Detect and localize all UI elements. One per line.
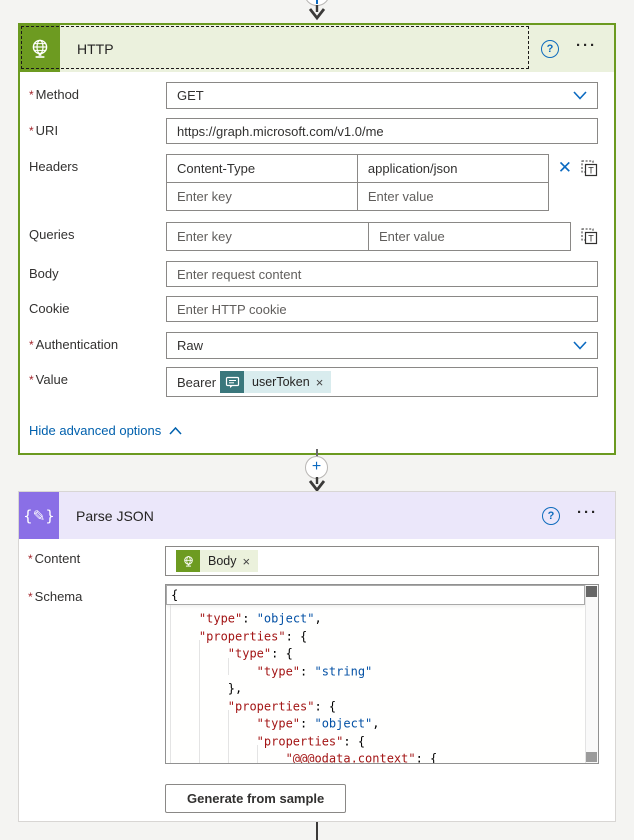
uri-label: *URI — [29, 118, 166, 139]
cookie-label: Cookie — [29, 296, 166, 317]
help-button[interactable]: ? — [541, 40, 559, 58]
http-action-card: HTTP ? ··· *Method GET *URI — [18, 23, 616, 455]
switch-to-text-mode-icon[interactable]: T — [580, 227, 598, 245]
headers-table — [166, 154, 549, 211]
variable-chat-icon — [220, 371, 244, 393]
scrollbar-thumb[interactable] — [586, 586, 597, 597]
header-value-input[interactable] — [358, 155, 548, 182]
ellipsis-icon: ··· — [576, 37, 597, 54]
arrow-down-icon — [307, 5, 327, 21]
schema-vertical-scrollbar[interactable] — [585, 585, 598, 763]
scrollbar-thumb-horizontal[interactable] — [586, 752, 597, 762]
http-card-title: HTTP — [60, 25, 541, 72]
ellipsis-icon: ··· — [577, 504, 598, 521]
plus-icon: + — [312, 458, 321, 475]
header-row — [167, 155, 548, 183]
schema-code[interactable]: {"type": "object","properties": {"type":… — [166, 585, 585, 763]
insert-step-button[interactable]: + — [305, 456, 328, 479]
method-label: *Method — [29, 82, 166, 103]
plus-icon — [316, 0, 318, 4]
chevron-down-icon — [573, 91, 587, 100]
schema-code-line: "properties": { — [166, 623, 585, 641]
token-name: userToken — [252, 375, 310, 389]
method-value: GET — [177, 88, 573, 103]
help-button[interactable]: ? — [542, 507, 560, 525]
globe-icon — [20, 25, 60, 72]
required-asterisk: * — [29, 338, 34, 352]
required-asterisk: * — [29, 124, 34, 138]
globe-icon — [176, 550, 200, 572]
delete-header-row-button[interactable]: ✕ — [558, 160, 572, 176]
required-asterisk: * — [29, 88, 34, 102]
header-value-input-empty[interactable] — [358, 183, 548, 210]
schema-code-line: { — [166, 585, 585, 605]
schema-code-line: "type": "object", — [166, 605, 585, 623]
parse-json-action-card: {✎} Parse JSON ? ··· *Content — [18, 491, 616, 822]
remove-token-icon[interactable]: × — [316, 375, 324, 390]
token-name: Body — [208, 554, 237, 568]
method-dropdown[interactable]: GET — [166, 82, 598, 109]
schema-editor[interactable]: {"type": "object","properties": {"type":… — [165, 584, 599, 764]
required-asterisk: * — [29, 373, 34, 387]
body-token-pill[interactable]: Body × — [176, 550, 258, 572]
flow-designer-canvas: HTTP ? ··· *Method GET *URI — [0, 0, 634, 840]
cookie-input[interactable] — [166, 296, 598, 322]
ellipsis-menu-button[interactable]: ··· — [577, 508, 598, 524]
schema-code-line: }, — [166, 675, 585, 693]
header-key-input[interactable] — [167, 155, 357, 182]
value-text: Bearer — [173, 375, 216, 390]
value-label: *Value — [29, 367, 166, 388]
value-input[interactable]: Bearer userToken — [166, 367, 598, 397]
parse-json-card-header[interactable]: {✎} Parse JSON ? ··· — [19, 492, 615, 539]
header-key-input-empty[interactable] — [167, 183, 357, 210]
authentication-value: Raw — [177, 338, 573, 353]
chevron-up-icon — [169, 427, 182, 435]
advanced-options-label: Hide advanced options — [29, 423, 161, 438]
content-label: *Content — [28, 546, 165, 567]
uri-input[interactable] — [166, 118, 598, 144]
help-icon: ? — [548, 510, 555, 522]
authentication-label: *Authentication — [29, 332, 166, 353]
schema-code-line: "type": { — [166, 640, 585, 658]
queries-table — [166, 222, 571, 251]
braces-pencil-icon: {✎} — [19, 492, 59, 539]
ellipsis-menu-button[interactable]: ··· — [576, 41, 597, 57]
chevron-down-icon — [573, 341, 587, 350]
http-card-header[interactable]: HTTP ? ··· — [20, 25, 614, 72]
schema-label: *Schema — [28, 584, 165, 605]
queries-label: Queries — [29, 222, 166, 243]
parse-json-card-title: Parse JSON — [59, 492, 542, 539]
schema-code-line: "type": "string" — [166, 658, 585, 676]
authentication-dropdown[interactable]: Raw — [166, 332, 598, 359]
svg-text:T: T — [588, 166, 594, 176]
required-asterisk: * — [28, 552, 33, 566]
query-key-input[interactable] — [167, 223, 368, 250]
connector-line-bottom — [316, 822, 318, 840]
schema-code-line: "properties": { — [166, 693, 585, 711]
usertoken-token-pill[interactable]: userToken × — [220, 371, 331, 393]
generate-from-sample-button[interactable]: Generate from sample — [165, 784, 346, 813]
query-value-input[interactable] — [369, 223, 570, 250]
help-icon: ? — [547, 43, 554, 55]
query-row-empty — [167, 223, 570, 250]
switch-to-text-mode-icon[interactable]: T — [580, 159, 598, 177]
body-label: Body — [29, 261, 166, 282]
headers-label: Headers — [29, 154, 166, 175]
remove-token-icon[interactable]: × — [243, 554, 251, 569]
header-row-empty — [167, 183, 548, 210]
required-asterisk: * — [28, 590, 33, 604]
hide-advanced-options-link[interactable]: Hide advanced options — [29, 423, 182, 438]
content-input[interactable]: Body × — [165, 546, 599, 576]
body-input[interactable] — [166, 261, 598, 287]
svg-text:T: T — [588, 234, 594, 244]
schema-code-line: "@@@odata.context": { — [166, 745, 585, 763]
schema-code-line: "type": "object", — [166, 710, 585, 728]
